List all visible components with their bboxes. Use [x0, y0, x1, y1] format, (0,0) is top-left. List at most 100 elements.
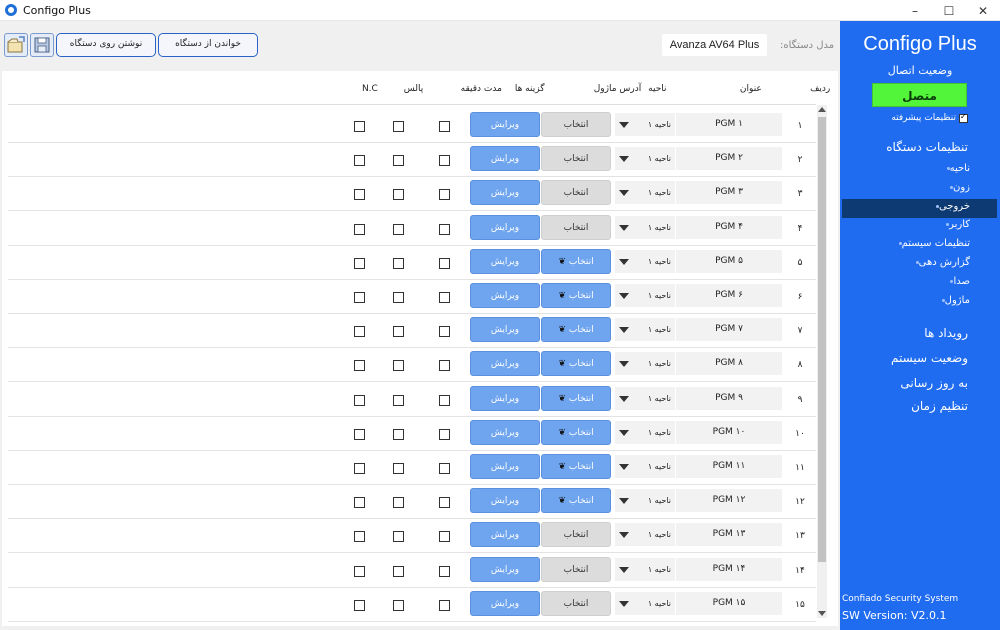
- nc-checkbox[interactable]: [354, 121, 365, 132]
- output-title-field[interactable]: PGM ۸: [676, 352, 782, 376]
- save-button[interactable]: [30, 33, 54, 57]
- duration-checkbox[interactable]: [439, 326, 450, 338]
- select-module-button[interactable]: انتخاب❦: [541, 248, 611, 274]
- scroll-up-icon[interactable]: [818, 107, 826, 112]
- nc-checkbox[interactable]: [354, 155, 365, 167]
- nc-checkbox[interactable]: [354, 497, 365, 509]
- output-title-field[interactable]: PGM ۱۰: [676, 420, 782, 444]
- zone-dropdown[interactable]: ناحیه ۱: [615, 318, 675, 342]
- edit-options-button[interactable]: ویرایش: [470, 146, 540, 172]
- output-title-field[interactable]: PGM ۱: [676, 113, 782, 136]
- duration-checkbox[interactable]: [439, 463, 450, 474]
- nc-checkbox[interactable]: [354, 292, 365, 303]
- zone-dropdown[interactable]: ناحیه ۱: [615, 147, 675, 171]
- duration-checkbox[interactable]: [439, 257, 450, 269]
- sidebar-subitem[interactable]: کاربر: [936, 219, 970, 230]
- duration-checkbox[interactable]: [439, 292, 450, 303]
- pulse-checkbox[interactable]: [393, 428, 404, 440]
- pulse-checkbox[interactable]: [393, 599, 404, 611]
- output-title-field[interactable]: PGM ۹: [676, 386, 782, 410]
- select-module-button[interactable]: انتخاب: [541, 214, 611, 240]
- scroll-thumb[interactable]: [818, 117, 826, 562]
- zone-dropdown[interactable]: ناحیه ۱: [615, 557, 675, 581]
- pulse-checkbox[interactable]: [393, 565, 404, 577]
- sidebar-subitem[interactable]: خروجی: [926, 201, 970, 212]
- duration-checkbox[interactable]: [439, 428, 450, 440]
- edit-options-button[interactable]: ویرایش: [470, 590, 540, 616]
- duration-checkbox[interactable]: [439, 223, 450, 235]
- nc-checkbox[interactable]: [354, 223, 365, 235]
- zone-dropdown[interactable]: ناحیه ۱: [615, 215, 675, 239]
- zone-dropdown[interactable]: ناحیه ۱: [615, 352, 675, 376]
- zone-dropdown[interactable]: ناحیه ۱: [615, 420, 675, 444]
- nc-checkbox[interactable]: [354, 189, 365, 201]
- nc-checkbox[interactable]: [354, 565, 365, 577]
- select-module-button[interactable]: انتخاب❦: [541, 454, 611, 479]
- output-title-field[interactable]: PGM ۷: [676, 318, 782, 342]
- nc-checkbox[interactable]: [354, 599, 365, 611]
- output-title-field[interactable]: PGM ۲: [676, 147, 782, 171]
- close-button[interactable]: ✕: [966, 0, 1000, 21]
- nc-checkbox[interactable]: [354, 463, 365, 474]
- duration-checkbox[interactable]: [439, 360, 450, 372]
- select-module-button[interactable]: انتخاب❦: [541, 317, 611, 343]
- edit-options-button[interactable]: ویرایش: [470, 248, 540, 274]
- zone-dropdown[interactable]: ناحیه ۱: [615, 489, 675, 513]
- duration-checkbox[interactable]: [439, 599, 450, 611]
- output-title-field[interactable]: PGM ۵: [676, 249, 782, 273]
- edit-options-button[interactable]: ویرایش: [470, 419, 540, 445]
- select-module-button[interactable]: انتخاب: [541, 112, 611, 137]
- table-scrollbar[interactable]: [817, 105, 827, 618]
- zone-dropdown[interactable]: ناحیه ۱: [615, 249, 675, 273]
- edit-options-button[interactable]: ویرایش: [470, 454, 540, 479]
- duration-checkbox[interactable]: [439, 189, 450, 201]
- pulse-checkbox[interactable]: [393, 155, 404, 167]
- duration-checkbox[interactable]: [439, 565, 450, 577]
- open-file-button[interactable]: [4, 33, 28, 57]
- duration-checkbox[interactable]: [439, 531, 450, 543]
- output-title-field[interactable]: PGM ۶: [676, 284, 782, 307]
- zone-dropdown[interactable]: ناحیه ۱: [615, 386, 675, 410]
- zone-dropdown[interactable]: ناحیه ۱: [615, 455, 675, 478]
- select-module-button[interactable]: انتخاب❦: [541, 488, 611, 514]
- sidebar-subitem[interactable]: صدا: [940, 276, 970, 287]
- zone-dropdown[interactable]: ناحیه ۱: [615, 523, 675, 547]
- duration-checkbox[interactable]: [439, 394, 450, 406]
- pulse-checkbox[interactable]: [393, 531, 404, 543]
- zone-dropdown[interactable]: ناحیه ۱: [615, 181, 675, 205]
- scroll-down-icon[interactable]: [818, 611, 826, 616]
- select-module-button[interactable]: انتخاب: [541, 590, 611, 616]
- sidebar-subitem[interactable]: گزارش دهی: [906, 257, 970, 268]
- nc-checkbox[interactable]: [354, 360, 365, 372]
- select-module-button[interactable]: انتخاب: [541, 556, 611, 582]
- connection-status-badge[interactable]: متصل: [872, 83, 967, 107]
- pulse-checkbox[interactable]: [393, 326, 404, 338]
- edit-options-button[interactable]: ویرایش: [470, 283, 540, 308]
- device-settings-heading[interactable]: تنظیمات دستگاه: [886, 140, 968, 154]
- select-module-button[interactable]: انتخاب: [541, 146, 611, 172]
- edit-options-button[interactable]: ویرایش: [470, 385, 540, 411]
- zone-dropdown[interactable]: ناحیه ۱: [615, 113, 675, 136]
- pulse-checkbox[interactable]: [393, 394, 404, 406]
- pulse-checkbox[interactable]: [393, 189, 404, 201]
- maximize-button[interactable]: ☐: [932, 0, 966, 21]
- sidebar-main-item[interactable]: رویداد ها: [924, 326, 968, 340]
- pulse-checkbox[interactable]: [393, 257, 404, 269]
- nc-checkbox[interactable]: [354, 428, 365, 440]
- pulse-checkbox[interactable]: [393, 463, 404, 474]
- select-module-button[interactable]: انتخاب❦: [541, 419, 611, 445]
- pulse-checkbox[interactable]: [393, 223, 404, 235]
- pulse-checkbox[interactable]: [393, 121, 404, 132]
- sidebar-main-item[interactable]: وضعیت سیستم: [891, 351, 968, 365]
- duration-checkbox[interactable]: [439, 121, 450, 132]
- advanced-settings-toggle[interactable]: تنظیمات پیشرفته: [891, 112, 968, 123]
- sidebar-subitem[interactable]: ماژول: [932, 295, 970, 306]
- pulse-checkbox[interactable]: [393, 497, 404, 509]
- sidebar-subitem[interactable]: تنظیمات سیستم: [889, 238, 970, 249]
- output-title-field[interactable]: PGM ۱۳: [676, 523, 782, 547]
- select-module-button[interactable]: انتخاب❦: [541, 283, 611, 308]
- edit-options-button[interactable]: ویرایش: [470, 214, 540, 240]
- pulse-checkbox[interactable]: [393, 292, 404, 303]
- select-module-button[interactable]: انتخاب: [541, 522, 611, 548]
- sidebar-subitem[interactable]: ناحیه: [937, 163, 970, 174]
